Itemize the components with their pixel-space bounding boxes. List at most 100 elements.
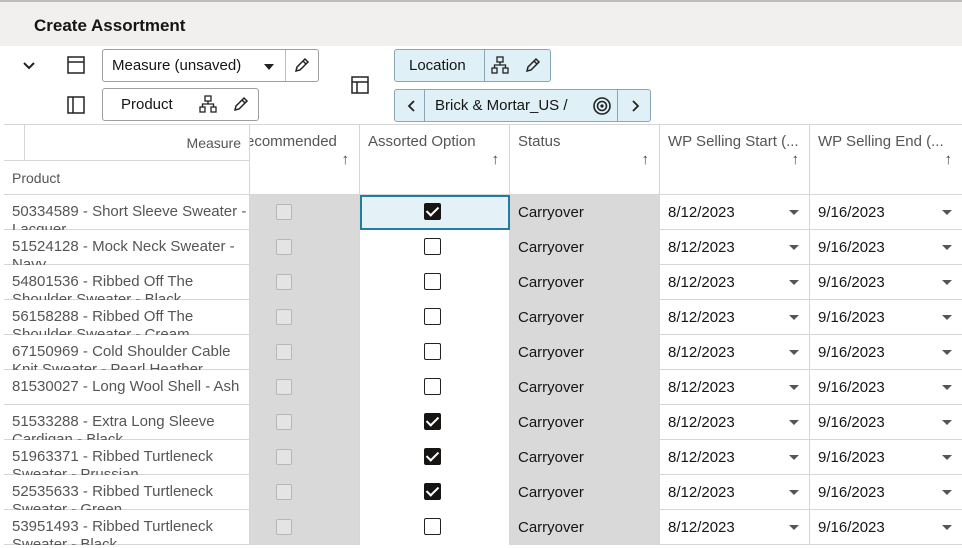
layout-columns-icon[interactable]: [63, 92, 89, 118]
col-header-recommended[interactable]: ecommended ↑: [250, 125, 360, 195]
selling-end-cell[interactable]: 9/16/2023: [810, 230, 962, 265]
assorted-option-cell[interactable]: [360, 510, 510, 545]
caret-down-icon[interactable]: [942, 525, 952, 530]
selling-end-cell[interactable]: 9/16/2023: [810, 405, 962, 440]
location-path-label[interactable]: Brick & Mortar_US /: [435, 97, 568, 114]
assorted-option-checkbox[interactable]: [424, 273, 441, 290]
selling-end-cell[interactable]: 9/16/2023: [810, 475, 962, 510]
caret-down-icon[interactable]: [789, 525, 799, 530]
assorted-option-checkbox[interactable]: [424, 518, 441, 535]
location-dimension[interactable]: Location: [394, 49, 551, 82]
sort-arrow-icon[interactable]: ↑: [792, 151, 800, 168]
caret-down-icon[interactable]: [789, 385, 799, 390]
recommended-checkbox: [276, 449, 292, 465]
assorted-option-checkbox[interactable]: [424, 448, 441, 465]
selling-end-cell[interactable]: 9/16/2023: [810, 370, 962, 405]
chevron-down-icon[interactable]: [16, 52, 42, 78]
selling-start-cell[interactable]: 8/12/2023: [660, 195, 810, 230]
selling-end-cell[interactable]: 9/16/2023: [810, 195, 962, 230]
selling-start-cell[interactable]: 8/12/2023: [660, 370, 810, 405]
sort-arrow-icon[interactable]: ↑: [945, 151, 953, 168]
product-cell: 54801536 - Ribbed Off The Shoulder Sweat…: [4, 265, 250, 300]
caret-down-icon[interactable]: [789, 455, 799, 460]
assorted-option-checkbox[interactable]: [424, 308, 441, 325]
assorted-option-cell[interactable]: [360, 475, 510, 510]
assorted-option-checkbox[interactable]: [424, 483, 441, 500]
caret-down-icon[interactable]: [942, 245, 952, 250]
caret-down-icon[interactable]: [264, 64, 274, 70]
assorted-option-cell[interactable]: [360, 265, 510, 300]
caret-down-icon[interactable]: [789, 210, 799, 215]
sort-arrow-icon[interactable]: ↑: [342, 151, 350, 168]
selling-start-cell[interactable]: 8/12/2023: [660, 265, 810, 300]
col-header-selling-end[interactable]: WP Selling End (... ↑: [810, 125, 962, 195]
table-row: 51524128 - Mock Neck Sweater - Navy Carry…: [4, 230, 962, 265]
assortment-grid: Measure Product ecommended ↑ Assorted Op…: [4, 124, 962, 548]
table-row: 52535633 - Ribbed Turtleneck Sweater - G…: [4, 475, 962, 510]
status-cell: Carryover: [510, 475, 660, 510]
assorted-option-cell[interactable]: [360, 300, 510, 335]
col-header-selling-start[interactable]: WP Selling Start (... ↑: [660, 125, 810, 195]
selling-end-cell[interactable]: 9/16/2023: [810, 300, 962, 335]
caret-down-icon[interactable]: [942, 210, 952, 215]
sort-arrow-icon[interactable]: ↑: [492, 151, 500, 168]
selling-end-value: 9/16/2023: [818, 449, 885, 466]
edit-pencil-icon[interactable]: [292, 55, 312, 79]
assorted-option-checkbox[interactable]: [424, 238, 441, 255]
chevron-left-icon[interactable]: [405, 98, 419, 118]
assorted-option-cell[interactable]: [360, 405, 510, 440]
pivot-icon[interactable]: [347, 72, 373, 98]
target-icon[interactable]: [592, 96, 612, 120]
assorted-option-cell[interactable]: [360, 440, 510, 475]
measure-dropdown[interactable]: Measure (unsaved): [102, 49, 319, 82]
product-dimension[interactable]: Product: [102, 88, 259, 121]
assorted-option-checkbox[interactable]: [424, 413, 441, 430]
hierarchy-icon[interactable]: [199, 95, 217, 117]
selling-end-cell[interactable]: 9/16/2023: [810, 335, 962, 370]
caret-down-icon[interactable]: [789, 490, 799, 495]
caret-down-icon[interactable]: [789, 280, 799, 285]
col-header-assorted-option[interactable]: Assorted Option ↑: [360, 125, 510, 195]
assorted-option-cell[interactable]: [360, 195, 510, 230]
caret-down-icon[interactable]: [942, 490, 952, 495]
assorted-option-cell[interactable]: [360, 230, 510, 265]
caret-down-icon[interactable]: [942, 455, 952, 460]
hierarchy-icon[interactable]: [491, 56, 509, 78]
edit-pencil-icon[interactable]: [523, 55, 543, 79]
assorted-option-cell[interactable]: [360, 370, 510, 405]
selling-start-cell[interactable]: 8/12/2023: [660, 440, 810, 475]
selling-start-cell[interactable]: 8/12/2023: [660, 510, 810, 545]
selling-start-cell[interactable]: 8/12/2023: [660, 300, 810, 335]
selling-end-cell[interactable]: 9/16/2023: [810, 510, 962, 545]
assorted-option-checkbox[interactable]: [424, 203, 441, 220]
edit-pencil-icon[interactable]: [231, 94, 251, 118]
layout-rows-icon[interactable]: [63, 52, 89, 78]
caret-down-icon[interactable]: [942, 385, 952, 390]
sort-arrow-icon[interactable]: ↑: [642, 151, 650, 168]
selling-end-cell[interactable]: 9/16/2023: [810, 265, 962, 300]
caret-down-icon[interactable]: [789, 350, 799, 355]
location-dimension-label: Location: [409, 57, 466, 74]
selling-start-cell[interactable]: 8/12/2023: [660, 405, 810, 440]
assorted-option-checkbox[interactable]: [424, 378, 441, 395]
recommended-checkbox: [276, 484, 292, 500]
selling-start-cell[interactable]: 8/12/2023: [660, 475, 810, 510]
product-name: 56158288 - Ribbed Off The Shoulder Sweat…: [12, 308, 194, 335]
caret-down-icon[interactable]: [942, 420, 952, 425]
selling-start-value: 8/12/2023: [668, 239, 735, 256]
caret-down-icon[interactable]: [942, 280, 952, 285]
selling-start-cell[interactable]: 8/12/2023: [660, 230, 810, 265]
caret-down-icon[interactable]: [942, 350, 952, 355]
caret-down-icon[interactable]: [789, 315, 799, 320]
caret-down-icon[interactable]: [942, 315, 952, 320]
selling-start-cell[interactable]: 8/12/2023: [660, 335, 810, 370]
table-row: 50334589 - Short Sleeve Sweater - Lacque…: [4, 195, 962, 230]
assorted-option-checkbox[interactable]: [424, 343, 441, 360]
caret-down-icon[interactable]: [789, 420, 799, 425]
col-header-status[interactable]: Status ↑: [510, 125, 660, 195]
status-cell: Carryover: [510, 195, 660, 230]
assorted-option-cell[interactable]: [360, 335, 510, 370]
chevron-right-icon[interactable]: [628, 98, 642, 118]
selling-end-cell[interactable]: 9/16/2023: [810, 440, 962, 475]
caret-down-icon[interactable]: [789, 245, 799, 250]
